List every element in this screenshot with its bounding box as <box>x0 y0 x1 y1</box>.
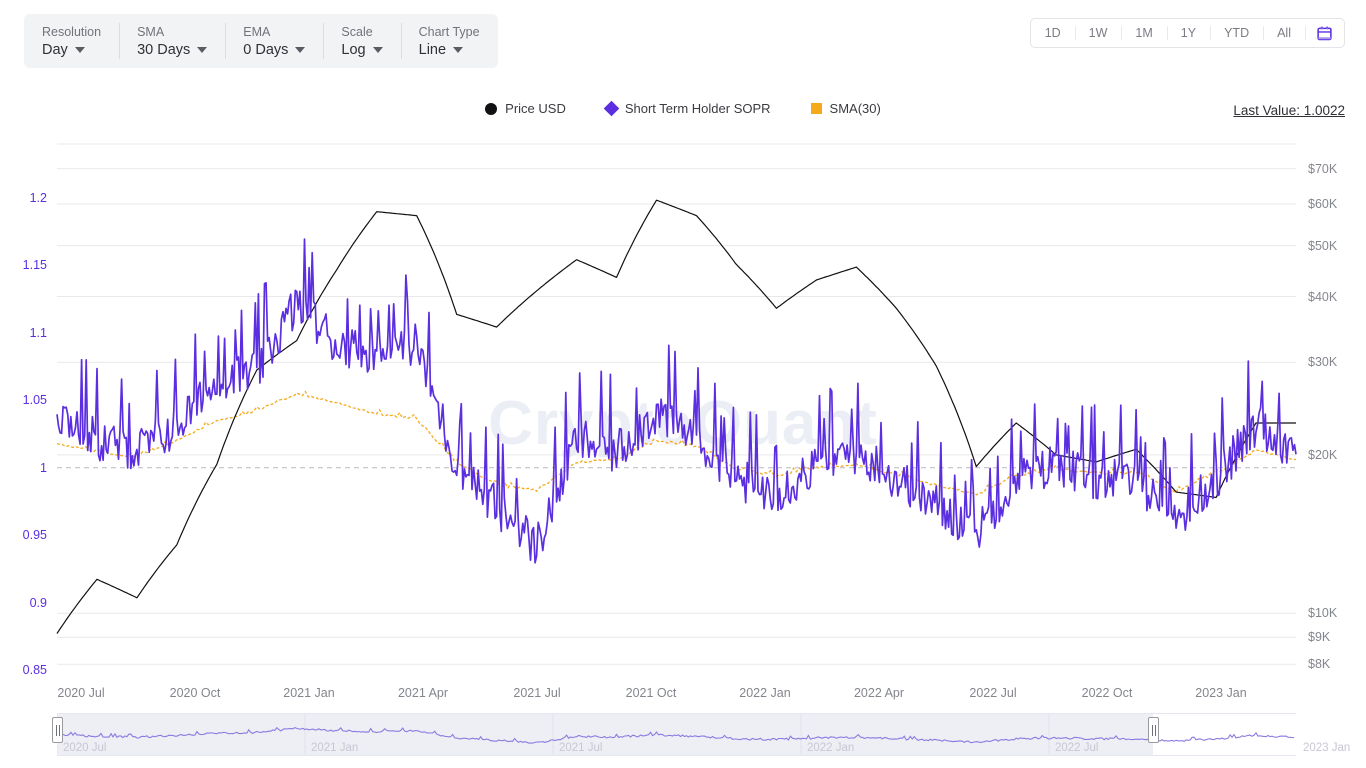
range-button-1w[interactable]: 1W <box>1075 19 1122 47</box>
legend-item-price-usd[interactable]: Price USD <box>485 101 566 116</box>
chevron-down-icon[interactable] <box>75 47 85 53</box>
chart-page: Resolution Day SMA 30 Days EMA 0 Days Scale Log… <box>0 0 1366 768</box>
grip-line <box>56 725 57 736</box>
y-axis-right-tick: $60K <box>1308 197 1337 211</box>
x-axis-tick: 2020 Jul <box>57 686 104 700</box>
legend-marker-circle-icon <box>485 103 497 115</box>
time-range-selector: 1D1W1M1YYTDAll <box>1030 18 1345 48</box>
range-button-1m[interactable]: 1M <box>1121 19 1166 47</box>
toolbar-group-control[interactable]: 30 Days <box>137 42 207 58</box>
navigator-x-tick: 2022 Jul <box>1055 742 1098 754</box>
toolbar-group-label: Resolution <box>42 25 101 40</box>
range-button-all[interactable]: All <box>1263 19 1305 47</box>
y-axis-left-tick: 1.05 <box>0 393 47 407</box>
legend-label: Price USD <box>505 101 566 116</box>
range-button-ytd[interactable]: YTD <box>1210 19 1263 47</box>
toolbar-group-label: Scale <box>341 25 382 40</box>
toolbar-group-resolution[interactable]: Resolution Day <box>24 14 119 68</box>
toolbar-group-value: Line <box>419 42 446 58</box>
y-axis-left-tick: 0.95 <box>0 528 47 542</box>
legend-label: Short Term Holder SOPR <box>625 101 771 116</box>
toolbar-group-value: 0 Days <box>243 42 288 58</box>
navigator-x-tick: 2023 Jan <box>1303 742 1350 754</box>
range-button-1y[interactable]: 1Y <box>1167 19 1210 47</box>
x-axis-tick: 2022 Jan <box>739 686 790 700</box>
toolbar-group-chart-type[interactable]: Chart Type Line <box>401 14 498 68</box>
x-axis-tick: 2021 Oct <box>626 686 677 700</box>
x-axis-tick: 2022 Apr <box>854 686 904 700</box>
y-axis-left-tick: 1.1 <box>0 326 47 340</box>
toolbar-group-control[interactable]: Log <box>341 42 382 58</box>
toolbar-group-label: EMA <box>243 25 305 40</box>
range-button-1d[interactable]: 1D <box>1031 19 1075 47</box>
chevron-down-icon[interactable] <box>295 47 305 53</box>
y-axis-left-tick: 0.9 <box>0 596 47 610</box>
legend-label: SMA(30) <box>830 101 881 116</box>
legend-marker-diamond-icon <box>604 101 620 117</box>
y-axis-left-tick: 1.2 <box>0 191 47 205</box>
x-axis-tick: 2020 Oct <box>170 686 221 700</box>
chevron-down-icon[interactable] <box>373 47 383 53</box>
x-axis-tick: 2021 Apr <box>398 686 448 700</box>
toolbar-group-value: Day <box>42 42 68 58</box>
y-axis-left-tick: 1 <box>0 461 47 475</box>
toolbar-group-control[interactable]: Line <box>419 42 480 58</box>
chart-plot-svg[interactable] <box>0 130 1366 705</box>
toolbar-group-control[interactable]: Day <box>42 42 101 58</box>
x-axis-tick: 2022 Oct <box>1082 686 1133 700</box>
y-axis-right-tick: $30K <box>1308 355 1337 369</box>
y-axis-right-tick: $50K <box>1308 239 1337 253</box>
toolbar-group-value: Log <box>341 42 365 58</box>
range-navigator[interactable]: 2020 Jul 2021 Jan 2021 Jul 2022 Jan 2022 Jul… <box>57 713 1296 756</box>
chevron-down-icon[interactable] <box>197 47 207 53</box>
toolbar-group-sma[interactable]: SMA 30 Days <box>119 14 225 68</box>
navigator-x-tick: 2022 Jan <box>807 742 854 754</box>
y-axis-right-tick: $9K <box>1308 630 1330 644</box>
toolbar-group-ema[interactable]: EMA 0 Days <box>225 14 323 68</box>
navigator-x-tick: 2021 Jul <box>559 742 602 754</box>
y-axis-left-tick: 1.15 <box>0 258 47 272</box>
calendar-icon[interactable] <box>1305 19 1344 47</box>
toolbar-group-value: 30 Days <box>137 42 190 58</box>
x-axis-tick: 2021 Jul <box>513 686 560 700</box>
chart-settings-toolbar: Resolution Day SMA 30 Days EMA 0 Days Scale Log… <box>24 14 498 68</box>
grip-line <box>1152 725 1153 736</box>
x-axis-tick: 2021 Jan <box>283 686 334 700</box>
last-value-label[interactable]: Last Value: 1.0022 <box>1233 103 1345 118</box>
grip-line <box>59 725 60 736</box>
chart-area[interactable]: CryptoQuant 1.21.151.11.0510.950.90.85 $… <box>0 130 1366 705</box>
navigator-left-handle[interactable] <box>52 717 63 743</box>
chevron-down-icon[interactable] <box>453 47 463 53</box>
toolbar-group-label: Chart Type <box>419 25 480 40</box>
navigator-x-tick: 2020 Jul <box>63 742 106 754</box>
y-axis-right-tick: $20K <box>1308 448 1337 462</box>
navigator-sparkline <box>57 713 1296 756</box>
x-axis-tick: 2022 Jul <box>969 686 1016 700</box>
y-axis-right-tick: $10K <box>1308 606 1337 620</box>
legend-item-short-term-holder-sopr[interactable]: Short Term Holder SOPR <box>606 101 771 116</box>
legend-marker-square-icon <box>811 103 822 114</box>
grip-line <box>1155 725 1156 736</box>
toolbar-group-control[interactable]: 0 Days <box>243 42 305 58</box>
x-axis-tick: 2023 Jan <box>1195 686 1246 700</box>
toolbar-group-label: SMA <box>137 25 207 40</box>
toolbar-group-scale[interactable]: Scale Log <box>323 14 400 68</box>
y-axis-left-tick: 0.85 <box>0 663 47 677</box>
y-axis-right-tick: $70K <box>1308 162 1337 176</box>
y-axis-right-tick: $8K <box>1308 657 1330 671</box>
y-axis-right-tick: $40K <box>1308 290 1337 304</box>
navigator-x-tick: 2021 Jan <box>311 742 358 754</box>
legend-item-sma-30[interactable]: SMA(30) <box>811 101 881 116</box>
navigator-right-handle[interactable] <box>1148 717 1159 743</box>
chart-legend: Price USD Short Term Holder SOPR SMA(30) <box>0 101 1366 116</box>
